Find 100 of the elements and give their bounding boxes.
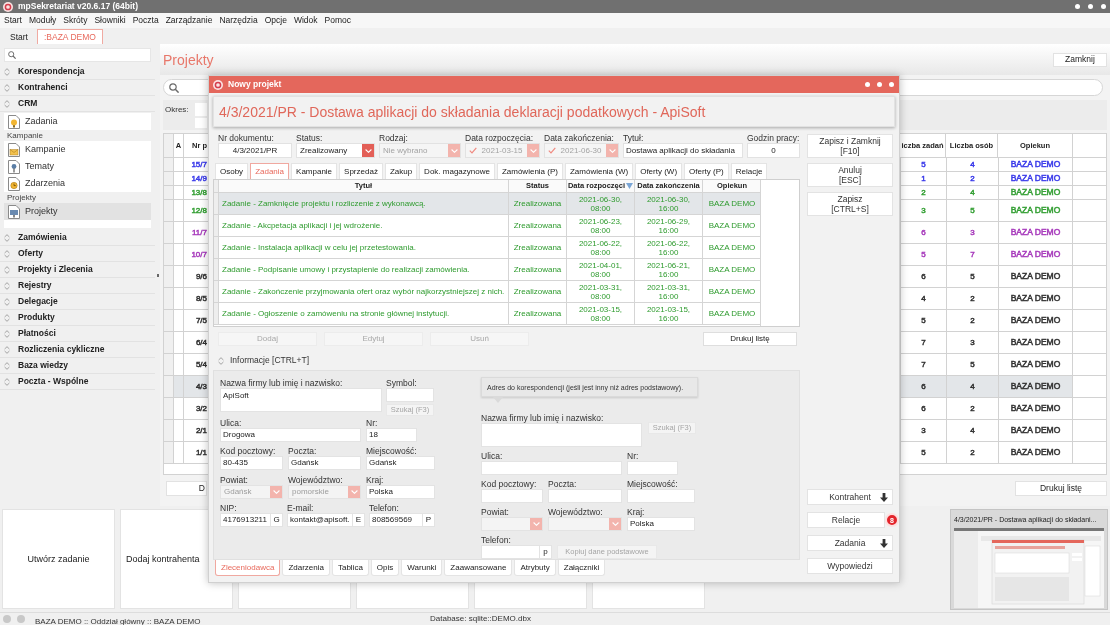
- tab[interactable]: Załączniki: [557, 560, 606, 576]
- search-icon: [8, 51, 16, 59]
- sidebar-section[interactable]: Delegacje: [0, 294, 155, 310]
- search-field[interactable]: [4, 48, 151, 62]
- menu-item[interactable]: Widok: [293, 16, 318, 25]
- sidebar-section[interactable]: Płatności: [0, 326, 155, 342]
- window-dot-icon[interactable]: [865, 82, 870, 87]
- sidebar-section[interactable]: Zamówienia: [0, 230, 155, 246]
- menu-item[interactable]: Skróty: [63, 16, 88, 25]
- table-row[interactable]: Zadanie - Instalacja aplikacji w celu jej przetestowania. Zrealizowana 2021-06-22, 08:00 2021-06-22, 16:00 BAZA DEMO: [214, 237, 760, 259]
- input-field[interactable]: 18: [366, 428, 417, 442]
- menu-item[interactable]: Poczta: [132, 16, 159, 25]
- input-field[interactable]: [194, 118, 207, 128]
- text-area[interactable]: [481, 423, 642, 447]
- sidebar-section[interactable]: Kontrahenci: [0, 80, 155, 96]
- input-field[interactable]: Drogowa: [220, 428, 361, 442]
- close-button[interactable]: Zamknij: [1053, 52, 1107, 67]
- side-button[interactable]: Zadania: [807, 535, 893, 551]
- tab[interactable]: Oferty (P): [684, 163, 729, 179]
- input-field[interactable]: [548, 489, 622, 503]
- table-row[interactable]: Zadanie - Zakończenie przyjmowania ofert oraz wybór najkorzystniejszej z nich. Zrealizowana 2021-03-31, 08:00 2021-03-31, 16:00 BAZA DEMO: [214, 281, 760, 303]
- section-toggle[interactable]: Informacje [CTRL+T]: [213, 353, 310, 368]
- dialog-action-button[interactable]: Zapisz i Zamknij [F10]: [807, 134, 893, 158]
- menu-item[interactable]: Zarządzanie: [165, 16, 213, 25]
- input-field[interactable]: 4176913211: [220, 513, 271, 527]
- tab[interactable]: Tablica: [331, 560, 369, 576]
- sidebar-section[interactable]: Baza wiedzy: [0, 358, 155, 374]
- input-field[interactable]: 4/3/2021/PR: [218, 143, 292, 158]
- input-field[interactable]: [386, 388, 434, 402]
- table-row[interactable]: Zadanie - Podpisanie umowy i przystapienie do realizacji zamówienia. Zrealizowana 2021-04-01, 08:00 2021-06-21, 16:00 BAZA DEMO: [214, 259, 760, 281]
- sidebar-section[interactable]: Produkty: [0, 310, 155, 326]
- input-field[interactable]: kontakt@apisoft.: [287, 513, 353, 527]
- input-field[interactable]: [627, 489, 695, 503]
- tab[interactable]: Dok. magazynowe: [419, 163, 495, 179]
- input-field[interactable]: [481, 461, 622, 475]
- input-field[interactable]: Gdańsk: [366, 456, 435, 470]
- menu-item[interactable]: Pomoc: [324, 16, 351, 25]
- tab[interactable]: Zakup: [384, 163, 418, 179]
- sidebar-section[interactable]: Oferty: [0, 246, 155, 262]
- tab[interactable]: Opis: [370, 560, 400, 576]
- tab[interactable]: Atrybuty: [514, 560, 556, 576]
- menu-item[interactable]: Opcje: [264, 16, 287, 25]
- table-row[interactable]: Zadanie - Ogłoszenie o zamóweniu na stronie głównej instytucji. Zrealizowana 2021-03-15, 08:00 2021-03-15, 16:00 BAZA DEMO: [214, 303, 760, 325]
- tab[interactable]: Kampanie: [291, 163, 338, 179]
- sidebar-section[interactable]: Projekty i Zlecenia: [0, 262, 155, 278]
- dialog-action-button[interactable]: Anuluj [ESC]: [807, 163, 893, 187]
- menu-item[interactable]: Start: [4, 16, 22, 25]
- window-dot-icon[interactable]: [877, 82, 882, 87]
- input-field[interactable]: Dostawa aplikacji do składania: [623, 143, 743, 158]
- input-field[interactable]: 0: [747, 143, 800, 158]
- window-dot-icon[interactable]: [1075, 4, 1080, 9]
- window-dot-icon[interactable]: [889, 82, 894, 87]
- dropdown-button[interactable]: [362, 144, 374, 157]
- text-area[interactable]: ApiSoft: [220, 388, 382, 412]
- tab[interactable]: Oferty (W): [635, 163, 683, 179]
- sidebar-section[interactable]: Rozliczenia cykliczne: [0, 342, 155, 358]
- menu-item[interactable]: Moduły: [28, 16, 57, 25]
- input-field[interactable]: [194, 103, 207, 116]
- field-button[interactable]: p: [540, 545, 552, 559]
- field-button[interactable]: E: [353, 513, 365, 527]
- window-dot-icon[interactable]: [1088, 4, 1093, 9]
- side-button[interactable]: Relacje: [807, 512, 885, 528]
- input-field[interactable]: 808569569: [369, 513, 423, 527]
- sidebar-section[interactable]: Poczta - Wspólne: [0, 374, 155, 390]
- sidebar-section[interactable]: Korespondencja: [0, 64, 155, 80]
- tab[interactable]: Zamówienia (P): [496, 163, 563, 179]
- input-field[interactable]: [627, 461, 678, 475]
- field-button[interactable]: P: [423, 513, 435, 527]
- menu-item[interactable]: Narzędzia: [219, 16, 258, 25]
- up-down-chevron-icon: [218, 356, 224, 365]
- tab[interactable]: Sprzedaż: [339, 163, 383, 179]
- tab[interactable]: Zaawansowane: [444, 560, 513, 576]
- sidebar-item[interactable]: Projekty: [4, 203, 151, 220]
- table-row[interactable]: Zadanie - Akcpetacja aplikacji i jej wdrożenie. Zrealizowana 2021-06-23, 08:00 2021-06-29, 16:00 BAZA DEMO: [214, 215, 760, 237]
- tab[interactable]: Zamówienia (W): [564, 163, 634, 179]
- tab[interactable]: Relacje: [730, 163, 768, 179]
- input-field[interactable]: Polska: [366, 485, 435, 499]
- list-action-button[interactable]: D: [166, 481, 207, 496]
- print-list-button[interactable]: Drukuj listę: [1015, 481, 1107, 496]
- input-field[interactable]: Gdańsk: [288, 456, 361, 470]
- input-field[interactable]: Polska: [627, 517, 695, 531]
- select-field[interactable]: Zrealizowany: [296, 143, 375, 158]
- menu-item[interactable]: Słowniki: [94, 16, 126, 25]
- input-field[interactable]: 80-435: [220, 456, 283, 470]
- side-button[interactable]: Kontrahent: [807, 489, 893, 505]
- action-tile[interactable]: Utwórz zadanie: [2, 509, 115, 609]
- dialog-action-button[interactable]: Zapisz [CTRL+S]: [807, 192, 893, 216]
- sidebar-section[interactable]: Rejestry: [0, 278, 155, 294]
- input-field[interactable]: [481, 489, 543, 503]
- window-dot-icon[interactable]: [1101, 4, 1106, 9]
- table-action-button[interactable]: Drukuj listę: [703, 332, 797, 346]
- tab[interactable]: Zdarzenia: [282, 560, 330, 576]
- side-button[interactable]: Wypowiedzi: [807, 558, 893, 574]
- tab[interactable]: Osoby: [215, 163, 249, 179]
- document-bulb-icon: [8, 114, 20, 129]
- field-button[interactable]: G: [271, 513, 283, 527]
- input-field[interactable]: [481, 545, 540, 559]
- tab[interactable]: Warunki: [401, 560, 443, 576]
- splitter-grip-icon[interactable]: [156, 273, 159, 277]
- up-down-chevron-icon: [4, 297, 10, 306]
